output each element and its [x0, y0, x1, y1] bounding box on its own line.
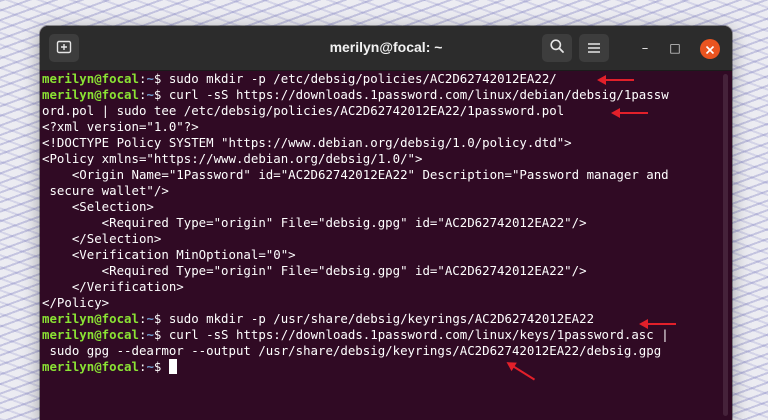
output-line: </Selection> [42, 231, 722, 247]
command-text: curl -sS https://downloads.1password.com… [168, 327, 669, 342]
prompt-symbol: $ [153, 311, 169, 326]
annotation-arrow-icon [639, 319, 676, 329]
prompt-user: merilyn@focal [42, 87, 139, 102]
output-line: <Required Type="origin" File="debsig.gpg… [42, 263, 722, 279]
title-bar[interactable]: merilyn@focal: ~ – □ [40, 26, 732, 71]
output-line: ord.pol | sudo tee /etc/debsig/policies/… [42, 103, 722, 119]
minimize-button[interactable]: – [636, 39, 654, 57]
output-text: ord.pol | sudo tee /etc/debsig/policies/… [42, 103, 565, 118]
maximize-icon: □ [669, 41, 681, 55]
output-text: <!DOCTYPE Policy SYSTEM "https://www.deb… [42, 135, 572, 150]
output-line: </Policy> [42, 295, 722, 311]
output-line: secure wallet"/> [42, 183, 722, 199]
annotation-arrow-icon [597, 75, 634, 85]
command-line: merilyn@focal:~$ curl -sS https://downlo… [42, 87, 722, 103]
prompt-path: ~ [146, 71, 154, 86]
output-line: <Selection> [42, 199, 722, 215]
terminal-output[interactable]: merilyn@focal:~$ sudo mkdir -p /etc/debs… [42, 71, 722, 420]
scrollbar[interactable] [723, 74, 728, 416]
menu-button[interactable] [579, 34, 609, 62]
output-text: <?xml version="1.0"?> [42, 119, 199, 134]
output-text: <Verification MinOptional="0"> [42, 247, 296, 262]
prompt-user: merilyn@focal [42, 327, 139, 342]
prompt-symbol: $ [153, 327, 169, 342]
output-text: <Required Type="origin" File="debsig.gpg… [42, 215, 587, 230]
output-text: <Required Type="origin" File="debsig.gpg… [42, 263, 587, 278]
output-text: </Policy> [42, 295, 110, 310]
prompt-user: merilyn@focal [42, 359, 139, 374]
output-line: <Policy xmlns="https://www.debian.org/de… [42, 151, 722, 167]
output-text: </Selection> [42, 231, 162, 246]
prompt-symbol: $ [153, 359, 169, 374]
prompt-user: merilyn@focal [42, 71, 139, 86]
hamburger-menu-icon [587, 39, 601, 58]
prompt-path: ~ [146, 87, 154, 102]
output-line: <?xml version="1.0"?> [42, 119, 722, 135]
window-title: merilyn@focal: ~ [329, 39, 443, 55]
output-text: </Verification> [42, 279, 184, 294]
output-line: sudo gpg --dearmor --output /usr/share/d… [42, 343, 722, 359]
prompt-path: ~ [146, 327, 154, 342]
output-line: <Required Type="origin" File="debsig.gpg… [42, 215, 722, 231]
command-line: merilyn@focal:~$ sudo mkdir -p /usr/shar… [42, 311, 722, 327]
prompt-symbol: $ [153, 87, 169, 102]
output-text: <Policy xmlns="https://www.debian.org/de… [42, 151, 423, 166]
output-line: </Verification> [42, 279, 722, 295]
close-button[interactable] [700, 39, 720, 59]
prompt-symbol: $ [153, 71, 169, 86]
prompt-path: ~ [146, 311, 154, 326]
text-cursor [168, 359, 177, 374]
annotation-arrow-icon [611, 108, 648, 118]
terminal-window: merilyn@focal: ~ – □ merilyn@focal:~$ su… [40, 26, 732, 420]
output-line: <Verification MinOptional="0"> [42, 247, 722, 263]
prompt-path: ~ [146, 359, 154, 374]
command-text: curl -sS https://downloads.1password.com… [168, 87, 669, 102]
search-button[interactable] [542, 34, 572, 62]
minimize-icon: – [641, 40, 649, 56]
command-text: sudo mkdir -p /usr/share/debsig/keyrings… [168, 311, 595, 326]
output-line: <Origin Name="1Password" id="AC2D6274201… [42, 167, 722, 183]
output-text: <Origin Name="1Password" id="AC2D6274201… [42, 167, 669, 182]
close-icon [705, 40, 715, 59]
command-line: merilyn@focal:~$ curl -sS https://downlo… [42, 327, 722, 343]
output-text: sudo gpg --dearmor --output /usr/share/d… [42, 343, 662, 358]
output-text: secure wallet"/> [42, 183, 169, 198]
output-text: <Selection> [42, 199, 154, 214]
command-text: sudo mkdir -p /etc/debsig/policies/AC2D6… [168, 71, 557, 86]
prompt-user: merilyn@focal [42, 311, 139, 326]
command-line: merilyn@focal:~$ [42, 359, 722, 375]
output-line: <!DOCTYPE Policy SYSTEM "https://www.deb… [42, 135, 722, 151]
maximize-button[interactable]: □ [666, 39, 684, 57]
search-icon [549, 38, 565, 58]
